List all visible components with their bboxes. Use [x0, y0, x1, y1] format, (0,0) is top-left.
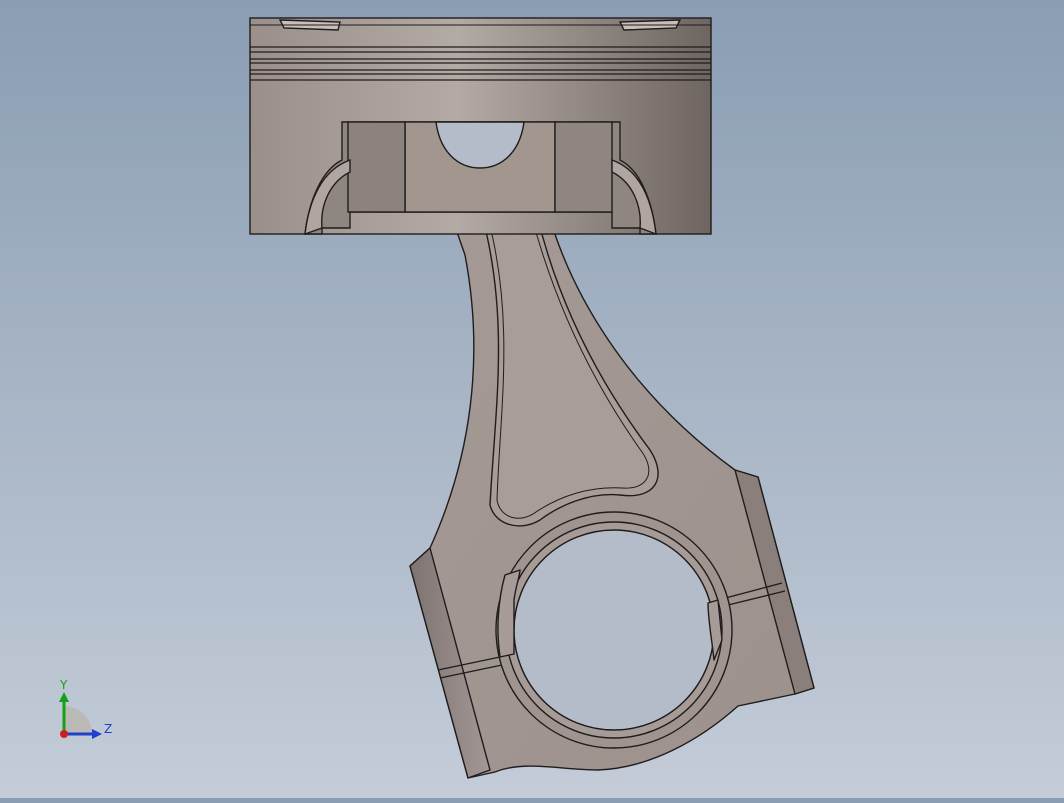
z-axis-label: Z — [104, 722, 112, 736]
z-axis-arrow — [92, 729, 102, 739]
big-end-bore[interactable] — [513, 529, 715, 731]
reference-triad: Y Z — [48, 676, 128, 746]
cad-graphics-viewport[interactable] — [0, 0, 1064, 798]
triad-graphic: Y Z — [59, 678, 112, 739]
connecting-rod[interactable] — [409, 211, 815, 779]
pin-boss-right — [554, 121, 613, 213]
rod-ibeam-recess — [481, 214, 659, 527]
triad-arc — [64, 706, 92, 734]
piston[interactable] — [249, 17, 712, 236]
x-axis-dot — [60, 730, 68, 738]
y-axis-arrow — [59, 692, 69, 702]
model-canvas[interactable] — [0, 0, 1064, 798]
y-axis-label: Y — [59, 678, 68, 692]
pin-boss-left — [347, 121, 406, 213]
